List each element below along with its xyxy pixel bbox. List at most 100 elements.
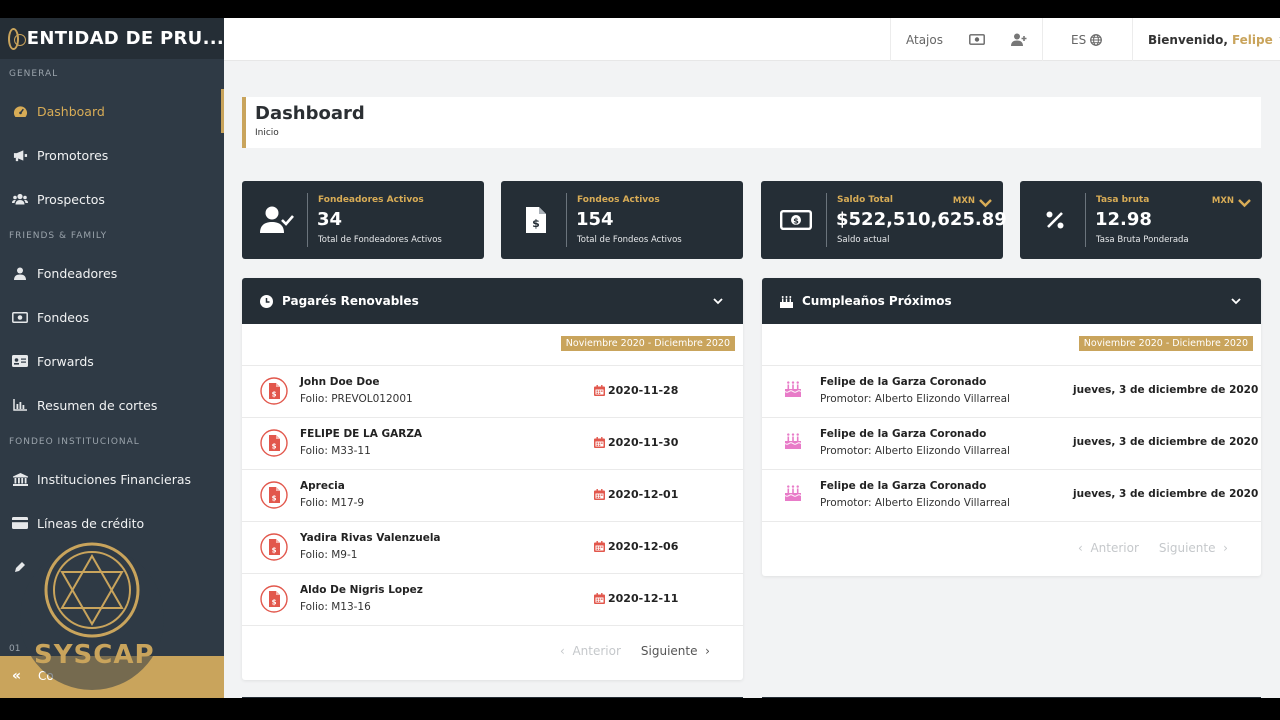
users-icon <box>12 191 28 207</box>
gauge-icon <box>12 103 28 119</box>
list-item[interactable]: $ Aprecia Folio: M17-9 2020-12-01 <box>242 470 743 522</box>
currency-selector[interactable]: MXN <box>1212 196 1234 206</box>
calendar-icon <box>594 489 605 500</box>
invoice-icon: $ <box>260 429 288 457</box>
breadcrumb[interactable]: Inicio <box>255 128 279 138</box>
sidebar-item-instituciones[interactable]: Instituciones Financieras <box>0 457 224 501</box>
item-date: 2020-12-01 <box>594 488 678 501</box>
shortcuts-group: Atajos <box>890 18 1042 61</box>
stat-label: Tasa bruta <box>1096 195 1150 205</box>
chevron-down-icon[interactable] <box>713 294 723 308</box>
date-range-badge: Noviembre 2020 - Diciembre 2020 <box>1078 336 1253 351</box>
globe-icon <box>1090 33 1103 46</box>
list-item[interactable]: Felipe de la Garza Coronado Promotor: Alb… <box>762 366 1261 418</box>
sidebar-item-label: Promotores <box>37 147 109 163</box>
sidebar-item-forwards[interactable]: Forwards <box>0 339 224 383</box>
sidebar-item-label: Líneas de crédito <box>37 515 145 531</box>
stat-subtitle: Total de Fondeos Activos <box>577 235 682 245</box>
item-date: 2020-11-30 <box>594 436 678 449</box>
user-menu[interactable]: Bienvenido, Felipe <box>1132 18 1280 61</box>
sidebar-item-resumen-cortes[interactable]: Resumen de cortes <box>0 383 224 427</box>
stat-card-fondeadores: Fondeadores Activos 34 Total de Fondeado… <box>242 181 484 259</box>
credit-card-icon <box>12 515 28 531</box>
item-folio: Folio: M9-1 <box>300 549 358 561</box>
user-name: Felipe <box>1231 32 1273 47</box>
sidebar-item-label: Dashboard <box>37 103 105 119</box>
stat-card-saldo: $ Saldo Total MXN $522,510,625.89 Saldo … <box>761 181 1007 259</box>
stat-divider <box>1085 193 1086 247</box>
stat-value: 154 <box>576 209 614 230</box>
top-bar: Atajos ES Bienvenido, Felipe <box>224 18 1280 61</box>
svg-text:$: $ <box>532 217 540 230</box>
cumpleanos-panel: Cumpleaños Próximos Noviembre 2020 - Dic… <box>762 278 1261 576</box>
list-item[interactable]: $ Yadira Rivas Valenzuela Folio: M9-1 2020-… <box>242 522 743 574</box>
sidebar-item-fondeos[interactable]: Fondeos <box>0 295 224 339</box>
welcome-label: Bienvenido, <box>1148 32 1228 47</box>
item-promotor: Promotor: Alberto Elizondo Villarreal <box>820 497 1010 509</box>
stat-subtitle: Total de Fondeadores Activos <box>318 235 442 245</box>
list-item[interactable]: Felipe de la Garza Coronado Promotor: Alb… <box>762 418 1261 470</box>
item-name: Felipe de la Garza Coronado <box>820 428 987 440</box>
money-shortcut-icon[interactable] <box>969 34 985 45</box>
svg-text:$: $ <box>272 547 277 555</box>
item-name: Felipe de la Garza Coronado <box>820 480 987 492</box>
app-frame: ENTIDAD DE PRU... GENERAL Dashboard Prom… <box>0 18 1280 698</box>
section-friends-family: FRIENDS & FAMILY <box>9 231 108 241</box>
calendar-icon <box>594 437 605 448</box>
birthday-cake-icon <box>784 380 802 398</box>
bank-icon <box>12 471 28 487</box>
sidebar-item-fondeadores[interactable]: Fondeadores <box>0 251 224 295</box>
item-name: Aldo De Nigris Lopez <box>300 584 423 596</box>
sidebar-item-dashboard[interactable]: Dashboard <box>0 89 224 133</box>
list-item[interactable]: Felipe de la Garza Coronado Promotor: Alb… <box>762 470 1261 522</box>
stat-card-fondeos: $ Fondeos Activos 154 Total de Fondeos A… <box>501 181 743 259</box>
pagination-next[interactable]: Siguiente › <box>641 644 710 658</box>
currency-selector[interactable]: MXN <box>953 196 975 206</box>
stat-value: 12.98 <box>1095 209 1152 230</box>
stat-divider <box>826 193 827 247</box>
shortcuts-label: Atajos <box>906 32 943 47</box>
percent-icon <box>1038 203 1072 237</box>
next-panel-edge <box>762 697 1261 698</box>
list-item[interactable]: $ Aldo De Nigris Lopez Folio: M13-16 2020-1… <box>242 574 743 626</box>
sidebar-item-label: Resumen de cortes <box>37 397 158 413</box>
pagination-prev[interactable]: ‹ Anterior <box>560 644 621 658</box>
bar-chart-icon <box>12 397 28 413</box>
pagination-next[interactable]: Siguiente › <box>1159 541 1228 555</box>
item-name: Felipe de la Garza Coronado <box>820 376 987 388</box>
svg-text:$: $ <box>272 599 277 607</box>
chevron-down-icon[interactable] <box>1231 294 1241 308</box>
invoice-icon: $ <box>260 533 288 561</box>
item-folio: Folio: PREVOL012001 <box>300 393 413 405</box>
syscap-watermark-text: SYSCAP <box>34 640 155 670</box>
item-name: Aprecia <box>300 480 345 492</box>
next-panel-edge <box>242 697 743 698</box>
language-selector[interactable]: ES <box>1042 18 1132 61</box>
sidebar-version: 01 <box>9 644 21 654</box>
birthday-cake-icon <box>784 432 802 450</box>
calendar-icon <box>594 541 605 552</box>
date-range-badge: Noviembre 2020 - Diciembre 2020 <box>560 336 735 351</box>
id-card-icon <box>12 353 28 369</box>
stat-divider <box>566 193 567 247</box>
user-icon <box>12 265 28 281</box>
svg-text:$: $ <box>272 495 277 503</box>
sidebar-item-promotores[interactable]: Promotores <box>0 133 224 177</box>
pagination-prev[interactable]: ‹ Anterior <box>1078 541 1139 555</box>
sidebar-item-prospectos[interactable]: Prospectos <box>0 177 224 221</box>
language-label: ES <box>1071 32 1087 47</box>
brand[interactable]: ENTIDAD DE PRU... <box>0 18 224 59</box>
user-check-icon <box>260 203 294 237</box>
list-item[interactable]: $ John Doe Doe Folio: PREVOL012001 2020-11-… <box>242 366 743 418</box>
item-date: jueves, 3 de diciembre de 2020 <box>1073 436 1259 448</box>
item-date: 2020-12-06 <box>594 540 678 553</box>
item-date: jueves, 3 de diciembre de 2020 <box>1073 488 1259 500</box>
stat-card-tasa: Tasa bruta MXN 12.98 Tasa Bruta Ponderad… <box>1020 181 1262 259</box>
list-item[interactable]: $ FELIPE DE LA GARZA Folio: M33-11 2020-11-… <box>242 418 743 470</box>
page-header: Dashboard Inicio <box>242 97 1261 148</box>
sidebar-item-label: Instituciones Financieras <box>37 471 192 487</box>
invoice-icon: $ <box>260 377 288 405</box>
chevron-down-icon[interactable] <box>1238 193 1251 212</box>
invoice-icon: $ <box>260 481 288 509</box>
add-user-icon[interactable] <box>1010 33 1027 46</box>
